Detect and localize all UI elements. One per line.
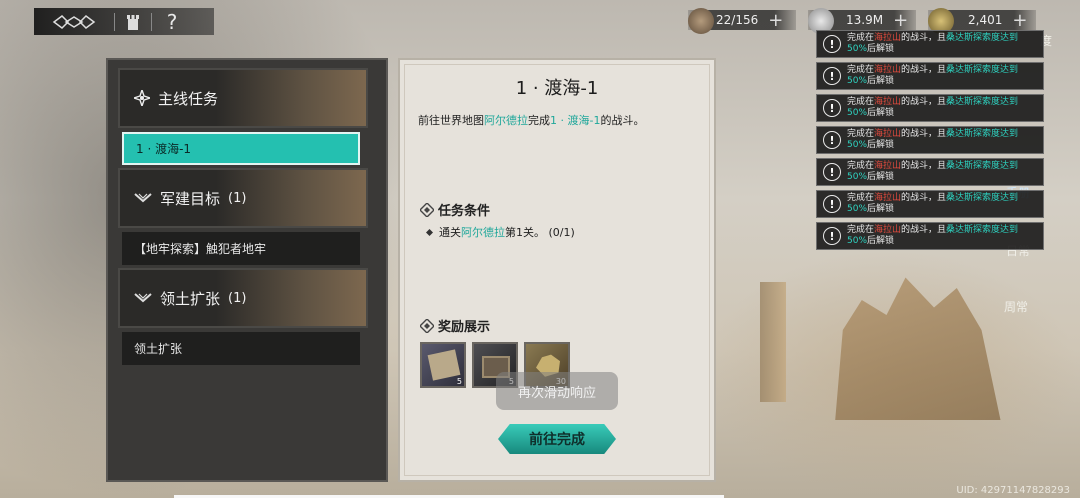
go-complete-button[interactable]: 前往完成 <box>498 424 616 454</box>
compass-star-icon <box>134 90 150 106</box>
alert-icon: ! <box>823 99 841 117</box>
alert-icon: ! <box>823 131 841 149</box>
horn-count: 22/156 <box>716 13 759 27</box>
category-label: 军建目标 <box>160 189 221 208</box>
quest-place-link: 阿尔德拉 <box>484 114 528 127</box>
tower-icon[interactable] <box>115 8 151 35</box>
quest-title: 1 · 渡海-1 <box>515 78 599 99</box>
category-banner-art <box>216 70 366 126</box>
conditions-heading: 任务条件 <box>420 200 490 219</box>
diamond-bullet-icon <box>420 318 434 333</box>
notification-text: 完成在海拉山的战斗，且桑达斯探索度达到 50%后解锁 <box>847 33 1019 54</box>
game-logo-icon[interactable] <box>34 8 114 35</box>
condition-item: 通关阿尔德拉第1关。 (0/1) <box>426 224 575 240</box>
alert-icon: ! <box>823 67 841 85</box>
chevron-down-icon <box>134 293 152 303</box>
notification-text: 完成在海拉山的战斗，且桑达斯探索度达到 50%后解锁 <box>847 129 1019 150</box>
stone-pillar <box>760 282 786 402</box>
gold-count: 2,401 <box>968 13 1003 27</box>
add-gold-button[interactable]: + <box>1012 10 1027 31</box>
add-horn-button[interactable]: + <box>768 10 783 31</box>
quest-description: 前往世界地图阿尔德拉完成1 · 渡海-1的战斗。 <box>418 114 645 127</box>
notification-item[interactable]: ! 完成在海拉山的战斗，且桑达斯探索度达到 50%后解锁 <box>816 190 1044 218</box>
notification-text: 完成在海拉山的战斗，且桑达斯探索度达到 50%后解锁 <box>847 65 1019 86</box>
resource-silver: 13.9M + <box>808 8 916 34</box>
add-silver-button[interactable]: + <box>893 10 908 31</box>
user-id: UID: 42971147828293 <box>956 485 1070 496</box>
side-tab-weekly[interactable]: 周常 <box>1004 298 1028 315</box>
task-main-1[interactable]: 1 · 渡海-1 <box>122 132 360 165</box>
notification-text: 完成在海拉山的战斗，且桑达斯探索度达到 50%后解锁 <box>847 225 1019 246</box>
category-label: 主线任务 <box>158 89 219 108</box>
category-main-quest[interactable]: 主线任务 <box>118 68 368 128</box>
quest-category-panel: 主线任务 1 · 渡海-1 军建目标 (1) 【地牢探索】触犯者地牢 领土扩张 … <box>106 58 388 482</box>
notification-item[interactable]: ! 完成在海拉山的战斗，且桑达斯探索度达到 50%后解锁 <box>816 62 1044 90</box>
scroll-map-icon <box>427 349 461 381</box>
category-label: 领土扩张 <box>160 289 221 308</box>
notification-item[interactable]: ! 完成在海拉山的战斗，且桑达斯探索度达到 50%后解锁 <box>816 158 1044 186</box>
small-diamond-icon <box>426 228 433 236</box>
toast-message: 再次滑动响应 <box>496 372 618 410</box>
alert-icon: ! <box>823 163 841 181</box>
silver-count: 13.9M <box>846 13 884 27</box>
notification-item[interactable]: ! 完成在海拉山的战斗，且桑达斯探索度达到 50%后解锁 <box>816 222 1044 250</box>
diamond-bullet-icon <box>420 202 434 217</box>
top-left-bar: ? <box>34 8 214 35</box>
reward-item[interactable]: 5 <box>420 342 466 388</box>
alert-icon: ! <box>823 195 841 213</box>
alert-icon: ! <box>823 227 841 245</box>
notification-text: 完成在海拉山的战斗，且桑达斯探索度达到 50%后解锁 <box>847 161 1019 182</box>
task-territory-1[interactable]: 领土扩张 <box>122 332 360 365</box>
notification-text: 完成在海拉山的战斗，且桑达斯探索度达到 50%后解锁 <box>847 193 1019 214</box>
task-military-1[interactable]: 【地牢探索】触犯者地牢 <box>122 232 360 265</box>
rewards-heading: 奖励展示 <box>420 316 490 335</box>
quest-stage-link: 1 · 渡海-1 <box>550 114 601 127</box>
category-count: (1) <box>228 290 247 306</box>
chevron-down-icon <box>134 193 152 203</box>
notification-item[interactable]: ! 完成在海拉山的战斗，且桑达斯探索度达到 50%后解锁 <box>816 30 1044 58</box>
category-military[interactable]: 军建目标 (1) <box>118 168 368 228</box>
resource-horn: 22/156 + <box>688 8 796 34</box>
notification-text: 完成在海拉山的战斗，且桑达斯探索度达到 50%后解锁 <box>847 97 1019 118</box>
category-count: (1) <box>228 190 247 206</box>
help-button[interactable]: ? <box>152 8 192 35</box>
alert-icon: ! <box>823 35 841 53</box>
notification-item[interactable]: ! 完成在海拉山的战斗，且桑达斯探索度达到 50%后解锁 <box>816 94 1044 122</box>
notification-list: ! 完成在海拉山的战斗，且桑达斯探索度达到 50%后解锁! 完成在海拉山的战斗，且桑达… <box>816 30 1044 254</box>
horn-icon <box>688 8 714 34</box>
category-territory[interactable]: 领土扩张 (1) <box>118 268 368 328</box>
notification-item[interactable]: ! 完成在海拉山的战斗，且桑达斯探索度达到 50%后解锁 <box>816 126 1044 154</box>
resource-gold: 2,401 + <box>928 8 1036 34</box>
quest-detail-panel: 1 · 渡海-1 前往世界地图阿尔德拉完成1 · 渡海-1的战斗。 任务条件 通… <box>398 58 716 482</box>
